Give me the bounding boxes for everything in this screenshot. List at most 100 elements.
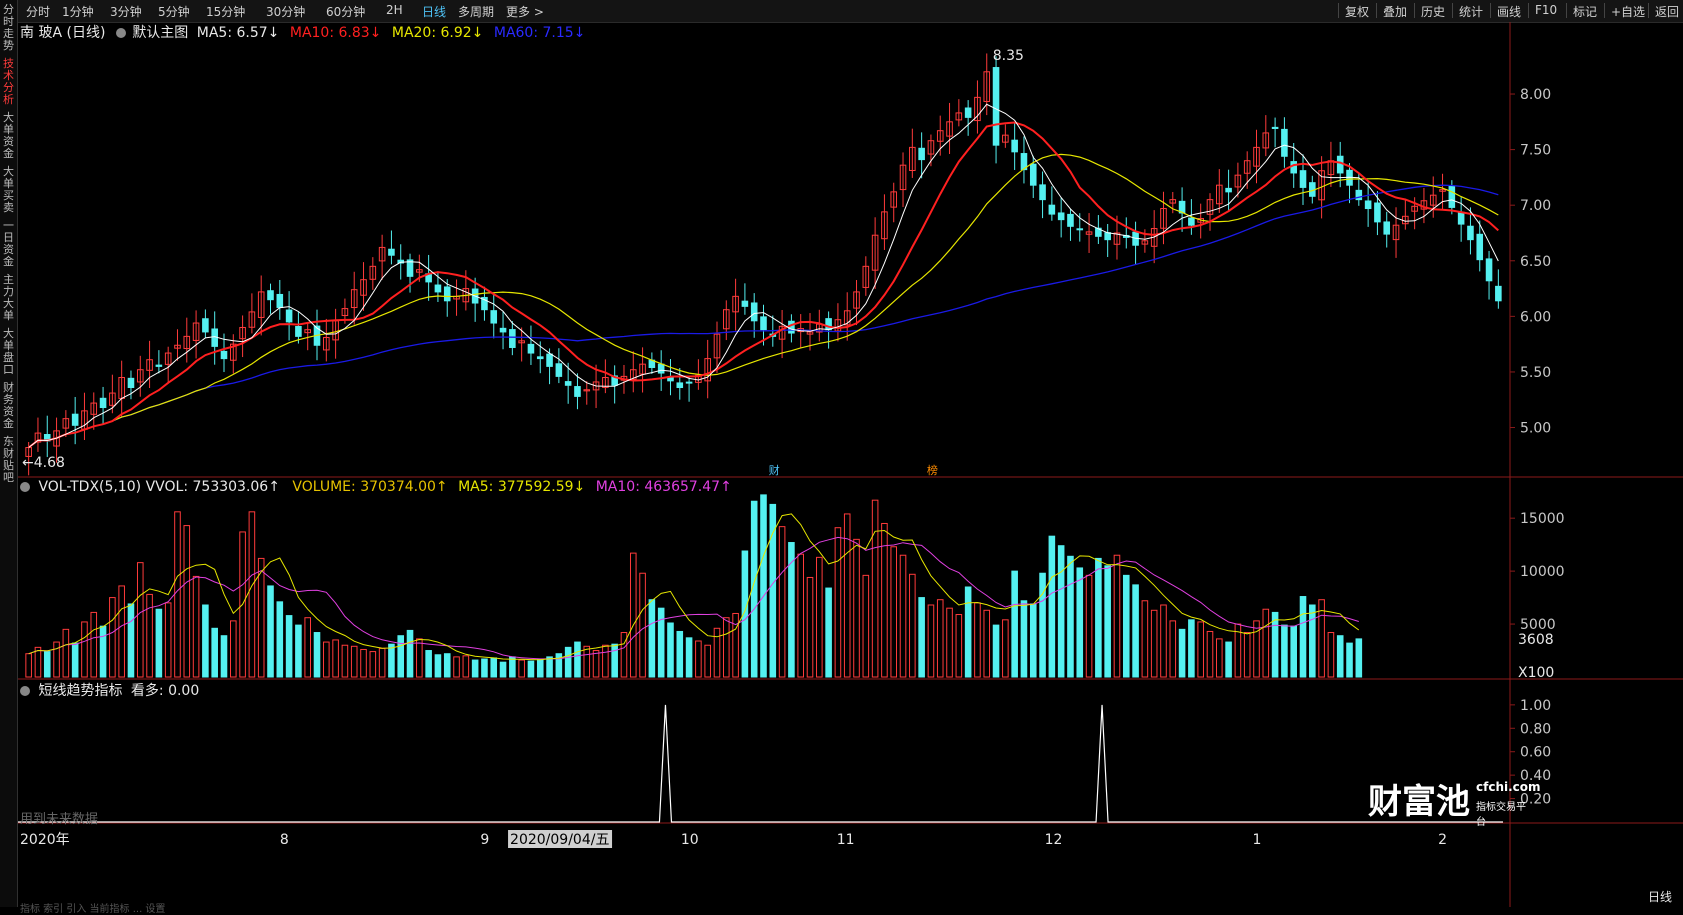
nav-item-8[interactable]: 东财贴吧 <box>1 436 16 484</box>
toolbar-button-4[interactable]: 画线 <box>1497 3 1521 20</box>
volume-bar <box>974 602 981 678</box>
candle-body <box>295 325 302 337</box>
price-tick-label: 6.00 <box>1520 309 1551 325</box>
high-price-label: 8.35 <box>993 48 1024 64</box>
nav-item-1[interactable]: 技术分析 <box>1 58 16 106</box>
nav-item-2[interactable]: 大单资金 <box>1 112 16 160</box>
candle-body <box>99 397 107 409</box>
volume-bar <box>323 641 330 678</box>
volume-bar <box>99 625 107 678</box>
nav-item-4[interactable]: 一日资金 <box>1 220 16 268</box>
toolbar-separator <box>1338 3 1339 18</box>
candle-body <box>1029 163 1037 186</box>
candle-body <box>71 413 79 426</box>
bottom-right-period[interactable]: 日线 <box>1648 888 1672 905</box>
tab-0[interactable]: 分时 <box>26 3 50 20</box>
volume-bar <box>1113 554 1121 678</box>
tab-3[interactable]: 5分钟 <box>158 3 190 20</box>
volume-bar <box>676 630 684 678</box>
volume-bar <box>174 511 181 678</box>
watermark-site: cfchi.com <box>1476 780 1541 794</box>
volume-bar <box>378 647 386 678</box>
trend-settings-icon[interactable] <box>20 686 30 696</box>
volume-settings-icon[interactable] <box>20 482 30 492</box>
toolbar-button-6[interactable]: 标记 <box>1573 3 1597 20</box>
candle-body <box>1225 187 1232 193</box>
volume-bar <box>1029 603 1037 678</box>
stock-name[interactable]: 南 玻A (日线) <box>20 25 105 41</box>
volume-ma5-value: MA5: 377592.59↓ <box>458 479 586 495</box>
ma60-value: MA60: 7.15↓ <box>493 25 586 41</box>
candle-body <box>155 364 163 367</box>
volume-bar <box>1290 625 1297 678</box>
volume-bar <box>499 661 507 678</box>
nav-item-5[interactable]: 主力大单 <box>1 274 16 322</box>
volume-bar <box>1160 604 1167 678</box>
tab-10[interactable]: 更多 > <box>506 3 544 20</box>
volume-bar <box>406 629 414 678</box>
watermark: 财富池 cfchi.com 指标交易平台 <box>1368 774 1541 828</box>
tab-5[interactable]: 30分钟 <box>266 3 305 20</box>
toolbar-separator <box>1452 3 1453 18</box>
x-axis-label: 10 <box>681 832 699 848</box>
toolbar-button-2[interactable]: 历史 <box>1421 3 1445 20</box>
x-axis-label: 1 <box>1253 832 1262 848</box>
future-data-note: 用到未来数据 <box>20 812 99 827</box>
nav-item-3[interactable]: 大单买卖 <box>1 166 16 214</box>
tab-1[interactable]: 1分钟 <box>62 3 94 20</box>
indicator-name[interactable]: 默认主图 <box>132 25 188 41</box>
volume-bar <box>1057 545 1065 678</box>
candle-body <box>1281 128 1288 157</box>
volume-bar <box>1067 555 1074 678</box>
toolbar-button-7[interactable]: +自选 <box>1611 3 1645 20</box>
volume-tick-label: 10000 <box>1520 564 1565 580</box>
nav-item-6[interactable]: 大单盘口 <box>1 328 16 376</box>
volume-bar <box>1132 584 1139 678</box>
volume-bar <box>583 645 591 678</box>
chart-area[interactable]: 8.00 7.50 7.00 6.50 6.00 5.50 5.00 8.35 ←4.68 财 榜 1… <box>18 22 1683 915</box>
tab-6[interactable]: 60分钟 <box>326 3 365 20</box>
volume-bar <box>760 494 767 678</box>
nav-item-0[interactable]: 分时走势 <box>1 4 16 52</box>
price-tick-label: 5.00 <box>1520 421 1551 437</box>
volume-bar <box>546 656 553 678</box>
crosshair-date-label: 2020/09/04/五 <box>510 832 609 848</box>
tab-9[interactable]: 多周期 <box>458 3 494 20</box>
volume-bar <box>1299 596 1307 678</box>
tab-7[interactable]: 2H <box>386 3 403 17</box>
volume-bar <box>53 641 60 678</box>
volume-bar <box>1262 608 1270 678</box>
trend-indicator-name[interactable]: 短线趋势指标 <box>38 683 122 699</box>
candle-body <box>276 293 284 308</box>
candle-body <box>1076 228 1084 231</box>
volume-bar <box>518 659 525 678</box>
volume-bar <box>527 660 535 678</box>
candle-body <box>964 107 972 118</box>
candle-body <box>788 320 795 334</box>
nav-item-7[interactable]: 财务资金 <box>1 382 16 430</box>
toolbar-button-8[interactable]: 返回 <box>1655 3 1679 20</box>
main-chart-header: 南 玻A (日线) 默认主图 MA5: 6.57↓ MA10: 6.83↓ MA… <box>20 22 585 42</box>
candle-body <box>127 377 135 389</box>
volume-bar <box>629 552 637 678</box>
indicator-settings-icon[interactable] <box>115 28 126 38</box>
volume-bar <box>425 650 432 678</box>
toolbar-button-5[interactable]: F10 <box>1535 3 1557 17</box>
volume-bar <box>825 587 832 678</box>
toolbar-separator <box>1604 3 1605 18</box>
tab-2[interactable]: 3分钟 <box>110 3 142 20</box>
volume-bar <box>1188 619 1195 678</box>
toolbar-button-1[interactable]: 叠加 <box>1383 3 1407 20</box>
toolbar-button-3[interactable]: 统计 <box>1459 3 1483 20</box>
volume-bar <box>1355 638 1363 678</box>
volume-indicator-name[interactable]: VOL-TDX(5,10) <box>38 479 141 495</box>
volume-bar <box>1253 620 1260 678</box>
volume-bar <box>1197 621 1204 678</box>
volume-bar <box>611 643 618 678</box>
toolbar-button-0[interactable]: 复权 <box>1345 3 1369 20</box>
volume-bar <box>1085 574 1093 678</box>
volume-bar <box>536 658 544 678</box>
tab-8[interactable]: 日线 <box>422 3 446 20</box>
tab-4[interactable]: 15分钟 <box>206 3 245 20</box>
candles <box>25 53 1502 476</box>
